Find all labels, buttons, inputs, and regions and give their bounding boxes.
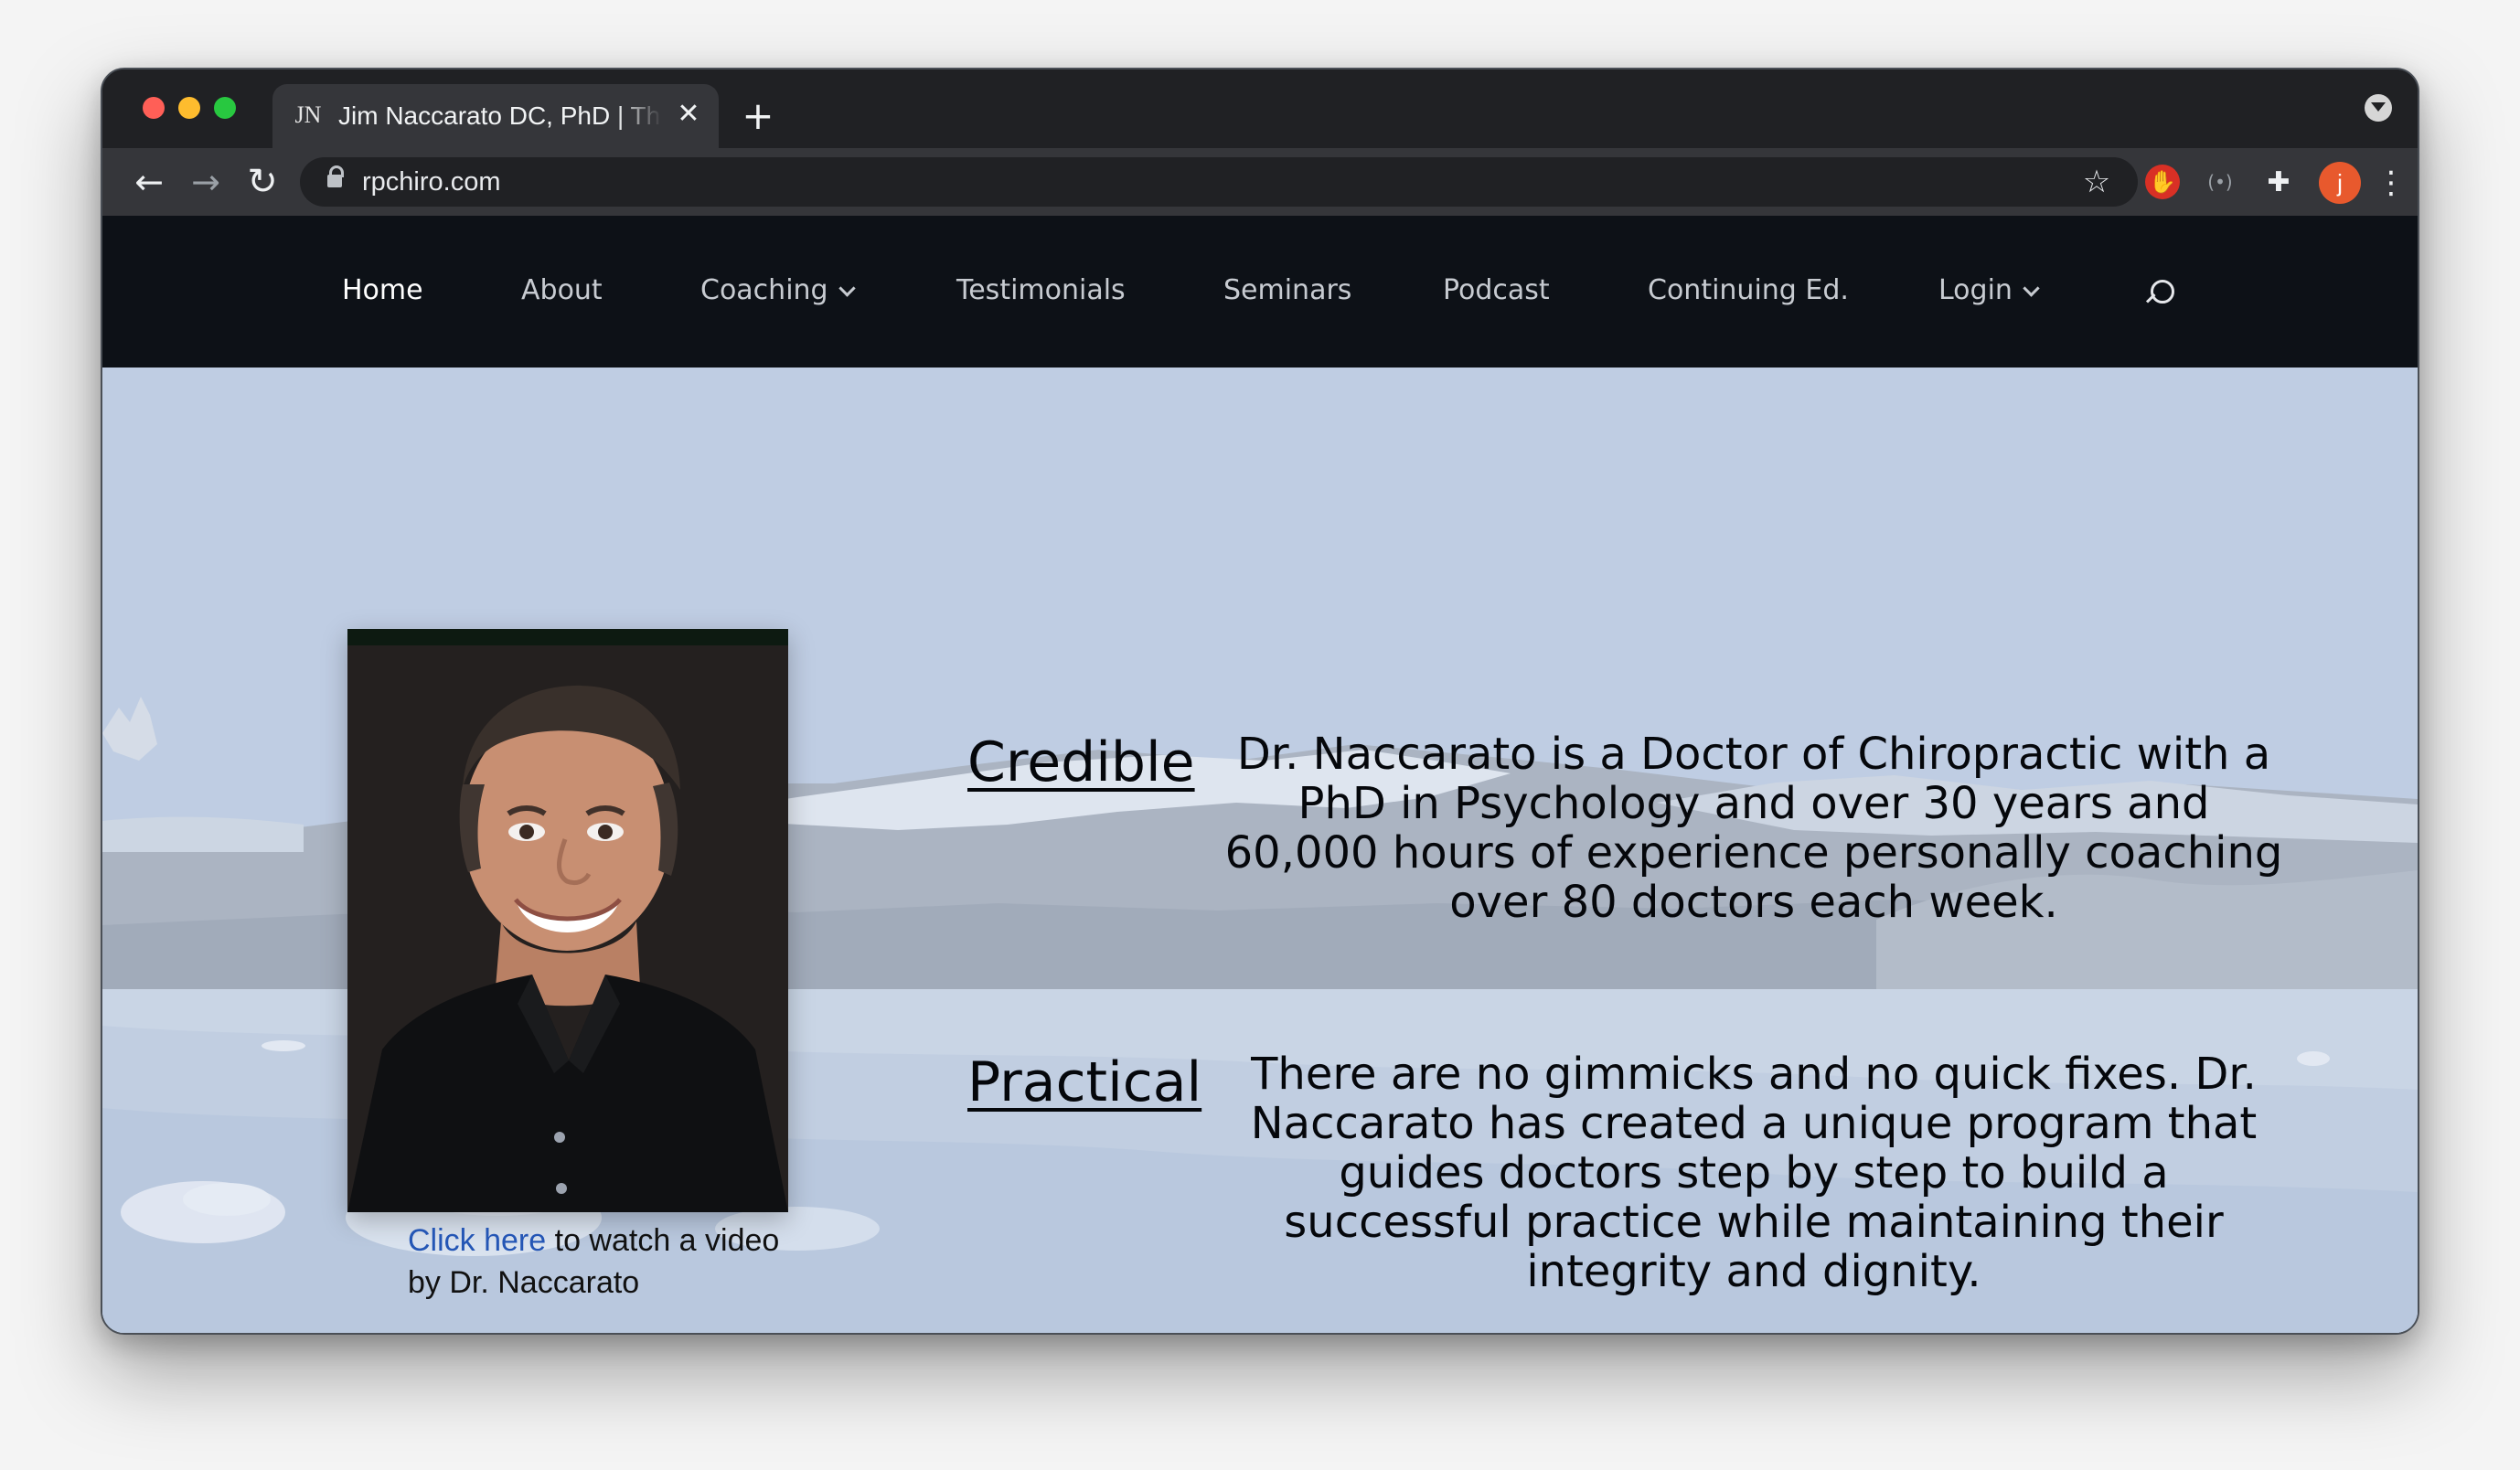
hero-section: Click here to watch a video by Dr. Nacca… bbox=[102, 368, 2418, 1333]
browser-window: JN Jim Naccarato DC, PhD | The #1 ✕ + ← … bbox=[101, 68, 2419, 1335]
video-caption: Click here to watch a video by Dr. Nacca… bbox=[408, 1220, 810, 1304]
tab-search-icon[interactable] bbox=[2365, 94, 2392, 122]
search-icon[interactable] bbox=[2143, 276, 2180, 313]
nav-podcast[interactable]: Podcast bbox=[1443, 271, 1550, 311]
nav-about[interactable]: About bbox=[521, 271, 603, 311]
url-text[interactable]: rpchiro.com bbox=[362, 167, 501, 197]
nav-coaching-label: Coaching bbox=[700, 274, 828, 306]
tab-title: Jim Naccarato DC, PhD | The #1 bbox=[338, 101, 662, 130]
profile-avatar[interactable]: j bbox=[2319, 162, 2361, 204]
lock-icon[interactable] bbox=[327, 165, 344, 190]
tab-close-button[interactable]: ✕ bbox=[673, 99, 704, 130]
back-arrow-icon[interactable]: ← bbox=[126, 159, 172, 205]
star-icon[interactable]: ☆ bbox=[2081, 166, 2112, 197]
close-window-button[interactable] bbox=[143, 97, 165, 119]
nav-continuing-ed[interactable]: Continuing Ed. bbox=[1648, 271, 1849, 311]
site-navigation: Home About Coaching Testimonials Seminar… bbox=[102, 216, 2418, 368]
dr-naccarato-photo bbox=[347, 629, 788, 1212]
browser-toolbar: ← → ↻ rpchiro.com ☆ ✋ (•) ✚ j ⋮ bbox=[102, 148, 2418, 216]
portrait-illustration bbox=[347, 629, 788, 1212]
chevron-down-icon bbox=[2023, 280, 2040, 297]
new-tab-button[interactable]: + bbox=[733, 91, 783, 141]
extension-red-icon[interactable]: ✋ bbox=[2145, 165, 2180, 199]
nav-coaching[interactable]: Coaching bbox=[700, 271, 856, 311]
extension-gray-icon[interactable]: (•) bbox=[2204, 165, 2237, 198]
credible-description: Dr. Naccarato is a Doctor of Chiropracti… bbox=[1224, 729, 2283, 928]
browser-tab-active[interactable]: JN Jim Naccarato DC, PhD | The #1 ✕ bbox=[272, 84, 719, 148]
puzzle-icon[interactable]: ✚ bbox=[2260, 165, 2297, 201]
nav-login[interactable]: Login bbox=[1938, 271, 2040, 311]
browser-titlebar: JN Jim Naccarato DC, PhD | The #1 ✕ + bbox=[102, 69, 2418, 148]
nav-home[interactable]: Home bbox=[342, 271, 423, 311]
minimize-window-button[interactable] bbox=[178, 97, 200, 119]
tab-favicon-icon: JN bbox=[294, 101, 322, 128]
nav-login-label: Login bbox=[1938, 274, 2013, 306]
address-bar[interactable]: rpchiro.com ☆ bbox=[300, 157, 2138, 207]
credible-heading: Credible bbox=[967, 730, 1195, 794]
forward-arrow-icon[interactable]: → bbox=[183, 159, 229, 205]
practical-heading: Practical bbox=[967, 1050, 1202, 1114]
photo-top-strip bbox=[347, 629, 788, 645]
reload-icon[interactable]: ↻ bbox=[240, 159, 285, 205]
nav-testimonials[interactable]: Testimonials bbox=[956, 271, 1126, 311]
screen: JN Jim Naccarato DC, PhD | The #1 ✕ + ← … bbox=[0, 0, 2520, 1470]
kebab-menu-icon[interactable]: ⋮ bbox=[2376, 161, 2407, 205]
click-here-link[interactable]: Click here bbox=[408, 1223, 546, 1258]
chevron-down-icon bbox=[838, 280, 856, 297]
practical-description: There are no gimmicks and no quick fixes… bbox=[1250, 1049, 2258, 1297]
zoom-window-button[interactable] bbox=[214, 97, 236, 119]
nav-seminars[interactable]: Seminars bbox=[1223, 271, 1351, 311]
